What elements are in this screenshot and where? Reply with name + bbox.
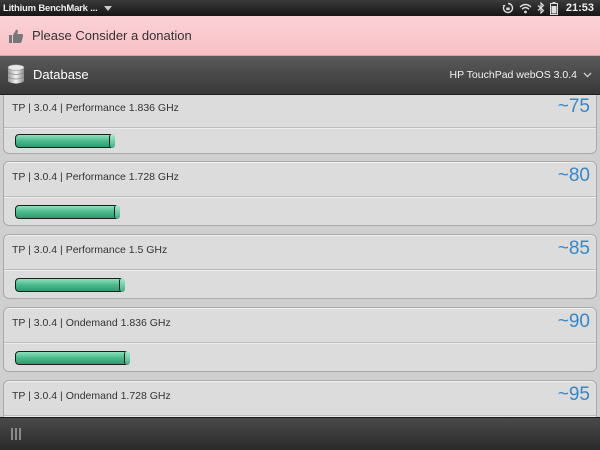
- chevron-down-icon: [583, 72, 592, 78]
- donation-banner[interactable]: Please Consider a donation: [0, 16, 600, 56]
- bluetooth-icon: [537, 2, 545, 14]
- header-bar: Database HP TouchPad webOS 3.0.4: [0, 56, 600, 95]
- result-score: ~75: [557, 96, 590, 117]
- row-divider: [4, 127, 596, 129]
- score-bar-track: [15, 350, 215, 365]
- score-bar: [15, 204, 120, 219]
- result-row[interactable]: TP | 3.0.4 | Performance 1.5 GHz ~85: [3, 234, 597, 299]
- rotation-lock-icon: [502, 2, 514, 14]
- battery-icon: [549, 1, 558, 15]
- result-label: TP | 3.0.4 | Performance 1.836 GHz: [12, 102, 179, 114]
- score-bar-track: [15, 204, 215, 219]
- result-score: ~80: [557, 165, 590, 186]
- result-row[interactable]: TP | 3.0.4 | Performance 1.728 GHz ~80: [3, 161, 597, 226]
- result-label: TP | 3.0.4 | Ondemand 1.728 GHz: [12, 390, 171, 402]
- page-title: Database: [33, 67, 89, 82]
- donation-text: Please Consider a donation: [32, 28, 192, 43]
- result-score: ~95: [557, 384, 590, 405]
- score-bar: [15, 133, 115, 148]
- app-menu[interactable]: Lithium BenchMark ...: [3, 0, 112, 16]
- thumbs-up-icon: [9, 29, 24, 43]
- device-selector[interactable]: HP TouchPad webOS 3.0.4: [450, 56, 592, 94]
- row-divider: [4, 269, 596, 271]
- result-score: ~90: [557, 311, 590, 332]
- score-bar: [15, 350, 130, 365]
- clock: 21:53: [565, 2, 594, 14]
- bottom-toolbar: [0, 417, 600, 450]
- app-title: Lithium BenchMark ...: [3, 2, 98, 14]
- database-icon: [7, 64, 25, 84]
- score-bar-track: [15, 133, 215, 148]
- grip-icon[interactable]: [10, 428, 22, 440]
- app-menu-caret-icon: [103, 5, 112, 11]
- result-score: ~85: [557, 238, 590, 259]
- score-bar: [15, 277, 125, 292]
- wifi-icon: [519, 3, 532, 13]
- status-icons[interactable]: 21:53: [502, 0, 594, 16]
- device-selector-label: HP TouchPad webOS 3.0.4: [449, 69, 577, 81]
- result-row[interactable]: TP | 3.0.4 | Ondemand 1.836 GHz ~90: [3, 307, 597, 372]
- row-divider: [4, 196, 596, 198]
- result-label: TP | 3.0.4 | Performance 1.728 GHz: [12, 171, 179, 183]
- result-row[interactable]: TP | 3.0.4 | Performance 1.836 GHz ~75: [3, 95, 597, 154]
- score-bar-track: [15, 277, 215, 292]
- result-label: TP | 3.0.4 | Performance 1.5 GHz: [12, 244, 168, 256]
- result-row[interactable]: TP | 3.0.4 | Ondemand 1.728 GHz ~95: [3, 380, 597, 417]
- row-divider: [4, 342, 596, 344]
- results-list[interactable]: TP | 3.0.4 | Performance 1.836 GHz ~75 T…: [0, 95, 600, 417]
- status-bar: Lithium BenchMark ... 21:53: [0, 0, 600, 16]
- result-label: TP | 3.0.4 | Ondemand 1.836 GHz: [12, 317, 171, 329]
